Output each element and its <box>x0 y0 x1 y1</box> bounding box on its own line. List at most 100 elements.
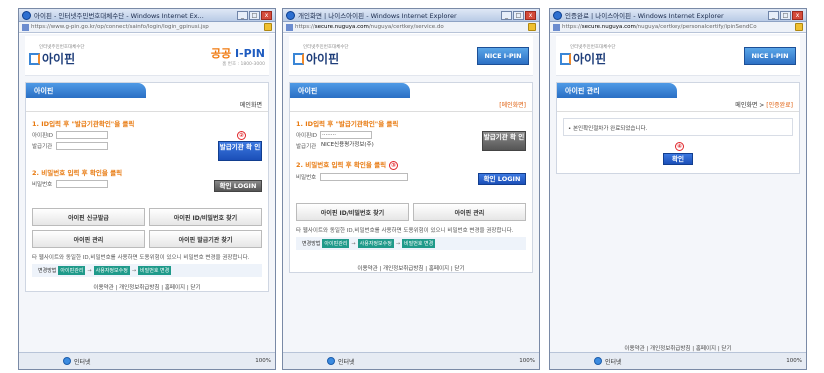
address-bar[interactable]: https://secure.nuguya.com/nuguya/certkey… <box>550 22 806 33</box>
footer-links[interactable]: 이용약관 | 개인정보취급방침 | 홈페이지 | 닫기 <box>290 250 532 272</box>
step2-label: 2. 비밀번호 입력 후 확인을 클릭 <box>32 169 123 177</box>
flow-step: 아이핀관리 <box>58 266 86 275</box>
footer-links[interactable]: 이용약관 | 개인정보취급방침 | 홈페이지 | 닫기 <box>556 174 800 352</box>
close-button[interactable]: x <box>525 10 536 20</box>
ipin-manage-button[interactable]: 아이핀 관리 <box>32 230 145 248</box>
site-header: 인터넷주민번호대체수단 아이핀 NICE I-PIN <box>289 36 533 76</box>
brand-title: 공공 <box>210 46 232 60</box>
flow-label: 변경방법 <box>38 268 57 274</box>
site-header: 인터넷주민번호대체수단 아이핀 NICE I-PIN <box>556 36 800 76</box>
page-icon <box>553 23 560 31</box>
find-issuer-button[interactable]: 아이핀 발급기관 찾기 <box>149 230 262 248</box>
zoom-level[interactable]: 100% <box>255 358 271 364</box>
maximize-button[interactable]: □ <box>513 10 524 20</box>
security-note: 타 웹사이트와 동일한 ID,비밀번호를 사용하면 도용위험이 있으니 비밀번호… <box>296 228 514 234</box>
new-ipin-button[interactable]: 아이핀 신규발급 <box>32 208 145 226</box>
address-url[interactable]: https://secure.nuguya.com/nuguya/certkey… <box>295 24 526 30</box>
close-button[interactable]: x <box>792 10 803 20</box>
footer-links[interactable]: 이용약관 | 개인정보취급방침 | 홈페이지 | 닫기 <box>26 277 268 291</box>
ipin-logo: 인터넷주민번호대체수단 아이핀 <box>560 44 616 67</box>
step2-text: 2. 비밀번호 입력 후 확인을 클릭 <box>296 161 387 169</box>
login-button[interactable]: 확인 LOGIN <box>214 180 262 192</box>
find-id-password-button[interactable]: 아이핀 ID/비밀번호 찾기 <box>149 208 262 226</box>
issuer-label: 발급기관 <box>32 144 53 150</box>
step1-label: 1. ID입력 후 "발급기관확인"을 클릭 <box>32 118 268 128</box>
login-button[interactable]: 확인 LOGIN <box>478 173 526 185</box>
page-content: 인터넷주민번호대체수단 아이핀 공공 I-PIN 홈 번호 : 1800-300… <box>19 34 275 352</box>
zoom-level[interactable]: 100% <box>519 358 535 364</box>
id-label: 아이핀ID <box>32 133 54 139</box>
address-url[interactable]: https://secure.nuguya.com/nuguya/certkey… <box>562 24 793 30</box>
logo-text: 아이핀 <box>306 52 340 66</box>
page-icon <box>286 23 293 31</box>
status-zone: 인터넷 <box>338 358 355 366</box>
password-input[interactable] <box>56 180 108 188</box>
maximize-button[interactable]: □ <box>780 10 791 20</box>
change-flow: 변경방법 아이핀관리 → 사용자정보수정 → 비밀번호 변경 <box>296 237 526 250</box>
flow-label: 변경방법 <box>302 241 321 247</box>
ipin-logo: 인터넷주민번호대체수단 아이핀 <box>29 44 85 67</box>
minimize-button[interactable]: _ <box>768 10 779 20</box>
window-title: 아이핀 - 인터넷주민번호대체수단 - Windows Internet Ex.… <box>34 12 204 20</box>
flow-step: 사용자정보수정 <box>357 239 394 248</box>
browser-window-nice-login: 개인화면 | 나이스아이핀 - Windows Internet Explore… <box>282 8 540 370</box>
step-marker-4: ④ <box>675 142 684 151</box>
password-input[interactable] <box>320 173 408 181</box>
lock-icon[interactable] <box>528 23 536 31</box>
status-zone: 인터넷 <box>605 358 622 366</box>
issuer-field: NICE신용평가정보(주) <box>321 142 374 148</box>
login-panel: 아이핀 [메인화면] 1. ID입력 후 "발급기관확인"을 클릭 아이핀ID ·… <box>289 82 533 273</box>
ie-icon <box>22 10 31 20</box>
logo-mark-icon <box>560 52 571 65</box>
lock-icon[interactable] <box>795 23 803 31</box>
lock-icon[interactable] <box>264 23 272 31</box>
page-content: 인터넷주민번호대체수단 아이핀 NICE I-PIN 아이핀 [메인화면] 1.… <box>283 34 539 352</box>
issuer-check-button[interactable]: 발급기관 확 인 <box>482 131 526 151</box>
nice-ipin-badge: NICE I-PIN <box>477 46 529 65</box>
flow-step: 아이핀관리 <box>322 239 350 248</box>
find-id-password-button[interactable]: 아이핀 ID/비밀번호 찾기 <box>296 203 409 221</box>
ipin-manage-button[interactable]: 아이핀 관리 <box>413 203 526 221</box>
page-icon <box>22 23 29 31</box>
issuer-check-button[interactable]: 발급기관 확 인 <box>218 141 262 161</box>
ipin-id-input[interactable]: ········ <box>320 131 372 139</box>
globe-icon <box>63 357 71 365</box>
subtitle-text: 메인화면 > <box>735 102 765 109</box>
status-bar: 인터넷 100% <box>550 352 806 369</box>
minimize-button[interactable]: _ <box>237 10 248 20</box>
zoom-level[interactable]: 100% <box>786 358 802 364</box>
panel-title: 아이핀 관리 <box>557 83 677 98</box>
browser-window-nice-complete: 인증완료 | 나이스아이핀 - Windows Internet Explore… <box>549 8 807 370</box>
title-bar: 개인화면 | 나이스아이핀 - Windows Internet Explore… <box>283 9 539 22</box>
address-bar[interactable]: https://secure.nuguya.com/nuguya/certkey… <box>283 22 539 33</box>
close-button[interactable]: x <box>261 10 272 20</box>
status-bar: 인터넷 100% <box>283 352 539 369</box>
status-zone: 인터넷 <box>74 358 91 366</box>
subtitle-highlight: [인증완료] <box>766 102 793 109</box>
password-label: 비밀번호 <box>296 175 317 181</box>
ie-icon <box>286 10 295 20</box>
issuer-field <box>56 142 108 150</box>
ipin-id-input[interactable] <box>56 131 108 139</box>
window-title: 인증완료 | 나이스아이핀 - Windows Internet Explore… <box>565 12 724 20</box>
panel-title: 아이핀 <box>290 83 410 98</box>
brand-sub: 홈 번호 : 1800-3000 <box>222 61 265 67</box>
globe-icon <box>327 357 335 365</box>
step1-label: 1. ID입력 후 "발급기관확인"을 클릭 <box>296 120 399 128</box>
confirm-button[interactable]: 확인 <box>663 153 693 165</box>
flow-step: 비밀번호 변경 <box>402 239 436 248</box>
logo-text: 아이핀 <box>573 52 607 66</box>
step-marker-3: ③ <box>389 161 399 170</box>
maximize-button[interactable]: □ <box>249 10 260 20</box>
minimize-button[interactable]: _ <box>501 10 512 20</box>
title-bar: 아이핀 - 인터넷주민번호대체수단 - Windows Internet Ex.… <box>19 9 275 22</box>
status-bar: 인터넷 100% <box>19 352 275 369</box>
logo-text: 아이핀 <box>42 52 76 66</box>
change-flow: 변경방법 아이핀관리 → 사용자정보수정 → 비밀번호 변경 <box>32 264 262 277</box>
address-bar[interactable]: https://www.g-pin.go.kr/op/connect/sainf… <box>19 22 275 33</box>
address-url[interactable]: https://www.g-pin.go.kr/op/connect/sainf… <box>31 24 262 30</box>
issuer-label: 발급기관 <box>296 144 317 150</box>
completion-message: • 본인확인절차가 완료되었습니다. <box>563 118 793 136</box>
login-panel: 아이핀 메인화면 1. ID입력 후 "발급기관확인"을 클릭 아이핀ID 발급… <box>25 82 269 292</box>
nice-ipin-badge: NICE I-PIN <box>744 46 796 65</box>
